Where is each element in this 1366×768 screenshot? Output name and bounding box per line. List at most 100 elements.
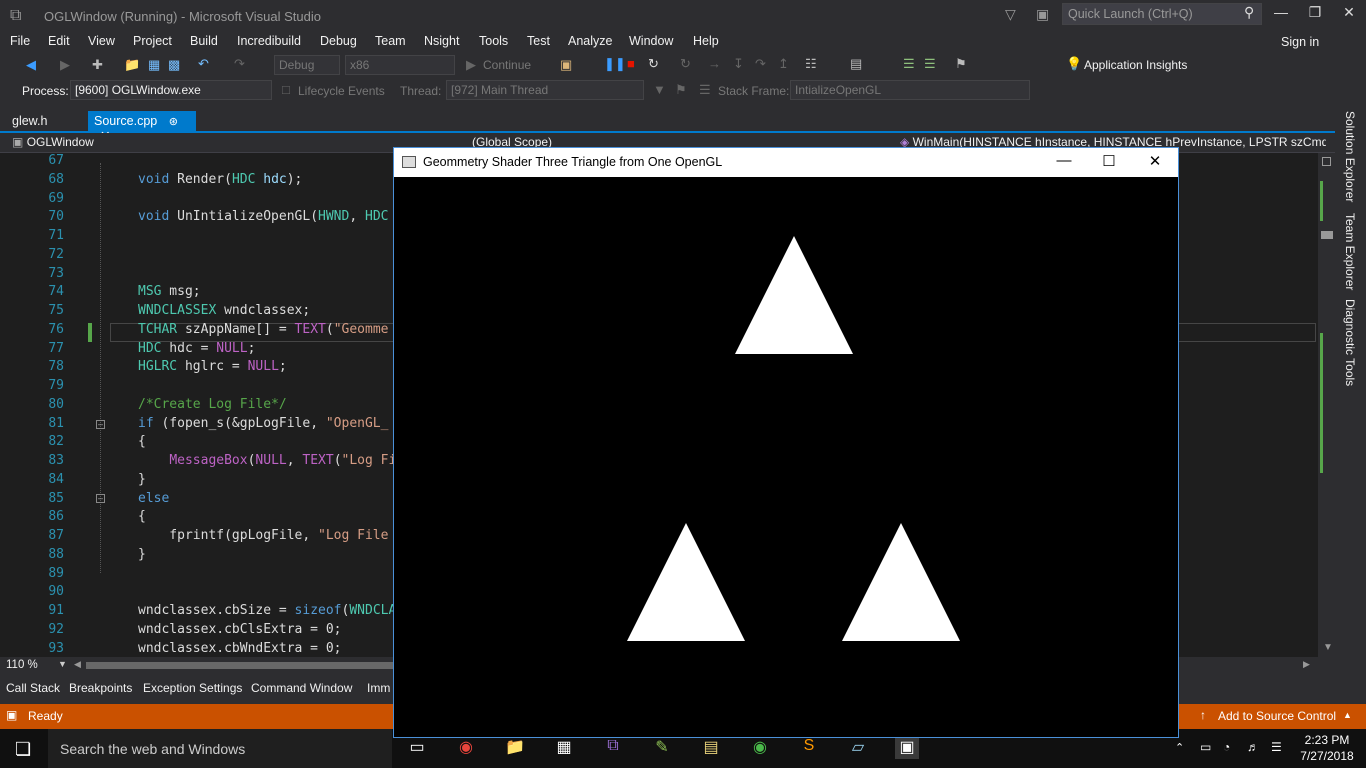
solution-explorer-tab[interactable]: Solution Explorer [1343, 111, 1357, 202]
menu-nsight[interactable]: Nsight [424, 34, 459, 48]
sign-in-link[interactable]: Sign in [1281, 35, 1319, 49]
save-icon[interactable]: ▦ [148, 57, 160, 73]
volume-icon[interactable]: ♬ [1247, 740, 1259, 754]
gl-minimize-button[interactable]: — [1044, 152, 1084, 169]
chrome-icon[interactable]: ◉ [454, 737, 478, 759]
threads-icon[interactable]: ▤ [850, 56, 862, 72]
command-window-tab[interactable]: Command Window [251, 681, 352, 695]
menu-debug[interactable]: Debug [320, 34, 357, 48]
scroll-right-icon[interactable]: ▶ [1303, 659, 1310, 670]
quick-launch-input[interactable]: Quick Launch (Ctrl+Q) [1062, 3, 1262, 25]
menu-analyze[interactable]: Analyze [568, 34, 612, 48]
hot-reload-icon[interactable]: ↻ [680, 56, 691, 72]
stop-icon[interactable]: ■ [627, 56, 635, 71]
step-into-icon[interactable]: ↧ [733, 56, 744, 72]
comment-icon[interactable]: ☰ [903, 56, 915, 72]
menu-window[interactable]: Window [629, 34, 673, 48]
menu-tools[interactable]: Tools [479, 34, 508, 48]
scroll-thumb[interactable] [1321, 231, 1333, 239]
action-center-icon[interactable]: ☰ [1271, 740, 1282, 754]
filter-icon[interactable]: ▽ [1005, 6, 1016, 23]
call-stack-tab[interactable]: Call Stack [6, 681, 60, 695]
process-select[interactable]: [9600] OGLWindow.exe [70, 80, 272, 100]
zoom-dropdown-icon[interactable]: ▼ [58, 659, 67, 669]
restart-icon[interactable]: ↻ [648, 56, 659, 72]
add-to-source-control-button[interactable]: Add to Source Control [1218, 709, 1336, 723]
step-over-icon[interactable]: ↷ [755, 56, 766, 72]
menu-file[interactable]: File [10, 34, 30, 48]
windows-start-icon[interactable]: ❏ [15, 739, 31, 760]
immediate-window-tab[interactable]: Imm [367, 681, 390, 695]
zoom-select[interactable]: 110 % [6, 659, 38, 671]
gl-close-button[interactable]: ✕ [1135, 152, 1175, 170]
scroll-left-icon[interactable]: ◀ [74, 659, 81, 670]
flag-icon[interactable]: ⚑ [675, 82, 687, 98]
continue-button[interactable]: Continue [483, 58, 531, 72]
open-file-icon[interactable]: 📁 [124, 57, 140, 73]
attach-icon[interactable]: ▣ [560, 57, 572, 73]
project-select[interactable]: ▣ OGLWindow [8, 134, 446, 152]
show-next-statement-icon[interactable]: → [708, 56, 721, 71]
menu-team[interactable]: Team [375, 34, 406, 48]
menu-view[interactable]: View [88, 34, 115, 48]
uncomment-icon[interactable]: ☰ [924, 56, 936, 72]
thread-select[interactable]: [972] Main Thread [446, 80, 644, 100]
app-insights-icon[interactable]: 💡 [1066, 56, 1082, 72]
scroll-down-icon[interactable]: ▼ [1323, 642, 1333, 653]
undo-icon[interactable]: ↶ [198, 56, 209, 72]
browser-icon[interactable]: ◉ [748, 737, 772, 759]
continue-icon[interactable]: ▶ [466, 57, 476, 73]
back-icon[interactable]: ◀ [26, 57, 36, 73]
chevron-up-icon[interactable]: ▲ [1343, 710, 1352, 720]
close-button[interactable]: ✕ [1334, 4, 1364, 21]
sublime-text-icon[interactable]: S [797, 737, 821, 759]
pin-icon[interactable]: ⊛ [169, 116, 178, 128]
diagnostic-tools-tab[interactable]: Diagnostic Tools [1343, 299, 1357, 386]
search-icon[interactable]: ⚲ [1244, 4, 1254, 21]
notification-icon[interactable]: ▣ [1036, 6, 1049, 23]
collapse-icon[interactable]: – [96, 420, 105, 429]
save-all-icon[interactable]: ▩ [168, 57, 180, 73]
redo-icon[interactable]: ↷ [234, 56, 245, 72]
stack-frame-select[interactable]: IntializeOpenGL [790, 80, 1030, 100]
app-icon[interactable]: ▱ [846, 737, 870, 759]
opengl-window[interactable]: Geommetry Shader Three Triangle from One… [393, 147, 1179, 738]
filter-icon[interactable]: ▼ [653, 82, 666, 97]
chevron-up-icon[interactable]: ⌃ [1175, 741, 1184, 754]
gl-maximize-button[interactable]: ☐ [1089, 152, 1129, 170]
hex-icon[interactable]: ☷ [805, 56, 817, 72]
team-explorer-tab[interactable]: Team Explorer [1343, 213, 1357, 290]
menu-incredibuild[interactable]: Incredibuild [237, 34, 301, 48]
clock[interactable]: 2:23 PM 7/27/2018 [1297, 732, 1357, 764]
taskbar-search[interactable]: Search the web and Windows [48, 729, 392, 768]
minimize-button[interactable]: — [1266, 4, 1296, 20]
horizontal-scroll-thumb[interactable] [86, 662, 396, 669]
menu-project[interactable]: Project [133, 34, 172, 48]
split-icon[interactable] [1322, 157, 1331, 166]
folder-icon[interactable]: ▤ [699, 737, 723, 759]
lifecycle-events-button[interactable]: Lifecycle Events [298, 84, 385, 98]
new-project-icon[interactable]: ✚ [92, 57, 103, 73]
task-view-icon[interactable]: ▭ [405, 737, 429, 759]
vertical-scrollbar[interactable]: ▼ [1318, 153, 1335, 657]
menu-build[interactable]: Build [190, 34, 218, 48]
restore-button[interactable]: ❐ [1300, 4, 1330, 21]
opengl-render-area[interactable] [394, 177, 1178, 737]
tab-source-cpp[interactable]: Source.cpp ⊛ ✕ [88, 111, 196, 143]
forward-icon[interactable]: ▶ [60, 57, 70, 73]
pause-icon[interactable]: ❚❚ [604, 56, 626, 72]
breakpoints-tab[interactable]: Breakpoints [69, 681, 132, 695]
config-select[interactable]: Debug [274, 55, 340, 75]
battery-icon[interactable]: ▭ [1200, 740, 1211, 754]
lifecycle-icon[interactable]: □ [282, 82, 290, 97]
visual-studio-icon[interactable]: ⧉ [601, 737, 625, 759]
opengl-window-titlebar[interactable]: Geommetry Shader Three Triangle from One… [394, 148, 1178, 177]
file-explorer-icon[interactable]: 📁 [503, 737, 527, 759]
stack-icon[interactable]: ☰ [699, 82, 711, 98]
notepad-plus-icon[interactable]: ✎ [650, 737, 674, 759]
menu-test[interactable]: Test [527, 34, 550, 48]
app-insights-button[interactable]: Application Insights [1084, 58, 1187, 72]
exception-settings-tab[interactable]: Exception Settings [143, 681, 242, 695]
menu-help[interactable]: Help [693, 34, 719, 48]
bookmark-icon[interactable]: ⚑ [955, 56, 967, 72]
